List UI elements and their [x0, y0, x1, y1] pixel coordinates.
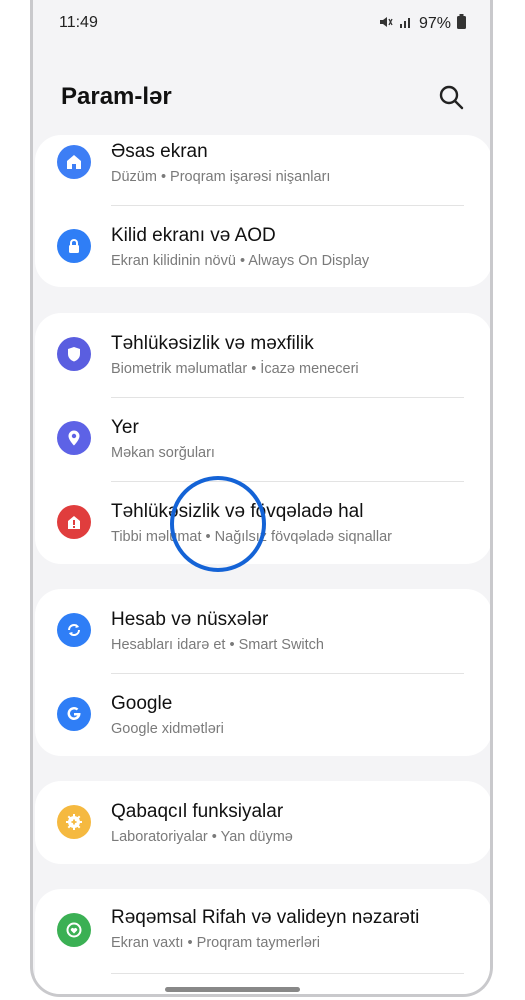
item-title: Rəqəmsal Rifah və valideyn nəzarəti [111, 907, 420, 928]
home-icon [57, 145, 91, 179]
settings-group-advanced: Qabaqcıl funksiyalar Laboratoriyalar • Y… [35, 781, 490, 865]
item-title: Kilid ekranı və AOD [111, 225, 276, 246]
item-subtitle: Ekran vaxtı • Proqram taymerləri [111, 935, 320, 951]
mute-icon [379, 15, 393, 34]
divider [111, 973, 464, 974]
status-time: 11:49 [59, 14, 98, 31]
settings-item-advanced-features[interactable]: Qabaqcıl funksiyalar Laboratoriyalar • Y… [35, 781, 490, 865]
search-icon[interactable] [438, 84, 466, 112]
settings-group-accounts: Hesab və nüsxələr Hesabları idarə et • S… [35, 589, 490, 757]
item-title: Google [111, 693, 173, 714]
settings-group-wellbeing: Rəqəmsal Rifah və valideyn nəzarəti Ekra… [35, 889, 490, 994]
status-icons: 97% [379, 14, 466, 34]
battery-percent: 97% [418, 15, 451, 32]
item-subtitle: Məkan sorğuları [111, 445, 215, 461]
status-bar: 11:49 97% [33, 0, 490, 48]
tap-highlight-circle [170, 476, 266, 572]
item-title: Yer [111, 417, 139, 438]
settings-item-security-privacy[interactable]: Təhlükəsizlik və məxfilik Biometrik məlu… [35, 313, 490, 397]
settings-group-display: Əsas ekran Düzüm • Proqram işarəsi nişan… [35, 135, 490, 289]
shield-icon [57, 337, 91, 371]
gear-plus-icon [57, 805, 91, 839]
item-subtitle: Hesabları idarə et • Smart Switch [111, 637, 324, 653]
lock-icon [57, 229, 91, 263]
wellbeing-icon [57, 913, 91, 947]
home-indicator [165, 987, 300, 992]
location-icon [57, 421, 91, 455]
sync-icon [57, 613, 91, 647]
item-subtitle: Google xidmətləri [111, 721, 224, 737]
settings-item-digital-wellbeing[interactable]: Rəqəmsal Rifah və valideyn nəzarəti Ekra… [35, 889, 490, 973]
item-title: Hesab və nüsxələr [111, 609, 269, 630]
battery-icon [457, 14, 466, 34]
settings-item-google[interactable]: Google Google xidmətləri [35, 673, 490, 757]
settings-item-lock-screen[interactable]: Kilid ekranı və AOD Ekran kilidinin növü… [35, 205, 490, 289]
page-title: Param-lər [61, 83, 172, 110]
settings-item-location[interactable]: Yer Məkan sorğuları [35, 397, 490, 481]
item-title: Əsas ekran [111, 141, 208, 162]
item-subtitle: Düzüm • Proqram işarəsi nişanları [111, 169, 331, 185]
emergency-icon [57, 505, 91, 539]
item-title: Qabaqcıl funksiyalar [111, 801, 284, 822]
phone-screen: 11:49 97% Param-lər Əsas ekran Düzüm • P… [30, 0, 493, 997]
item-title: Təhlükəsizlik və məxfilik [111, 333, 314, 354]
item-subtitle: Ekran kilidinin növü • Always On Display [111, 253, 370, 269]
signal-icon [399, 15, 413, 34]
google-icon [57, 697, 91, 731]
item-subtitle: Laboratoriyalar • Yan düymə [111, 829, 293, 845]
item-subtitle: Biometrik məlumatlar • İcazə meneceri [111, 361, 359, 377]
settings-item-accounts-backup[interactable]: Hesab və nüsxələr Hesabları idarə et • S… [35, 589, 490, 673]
